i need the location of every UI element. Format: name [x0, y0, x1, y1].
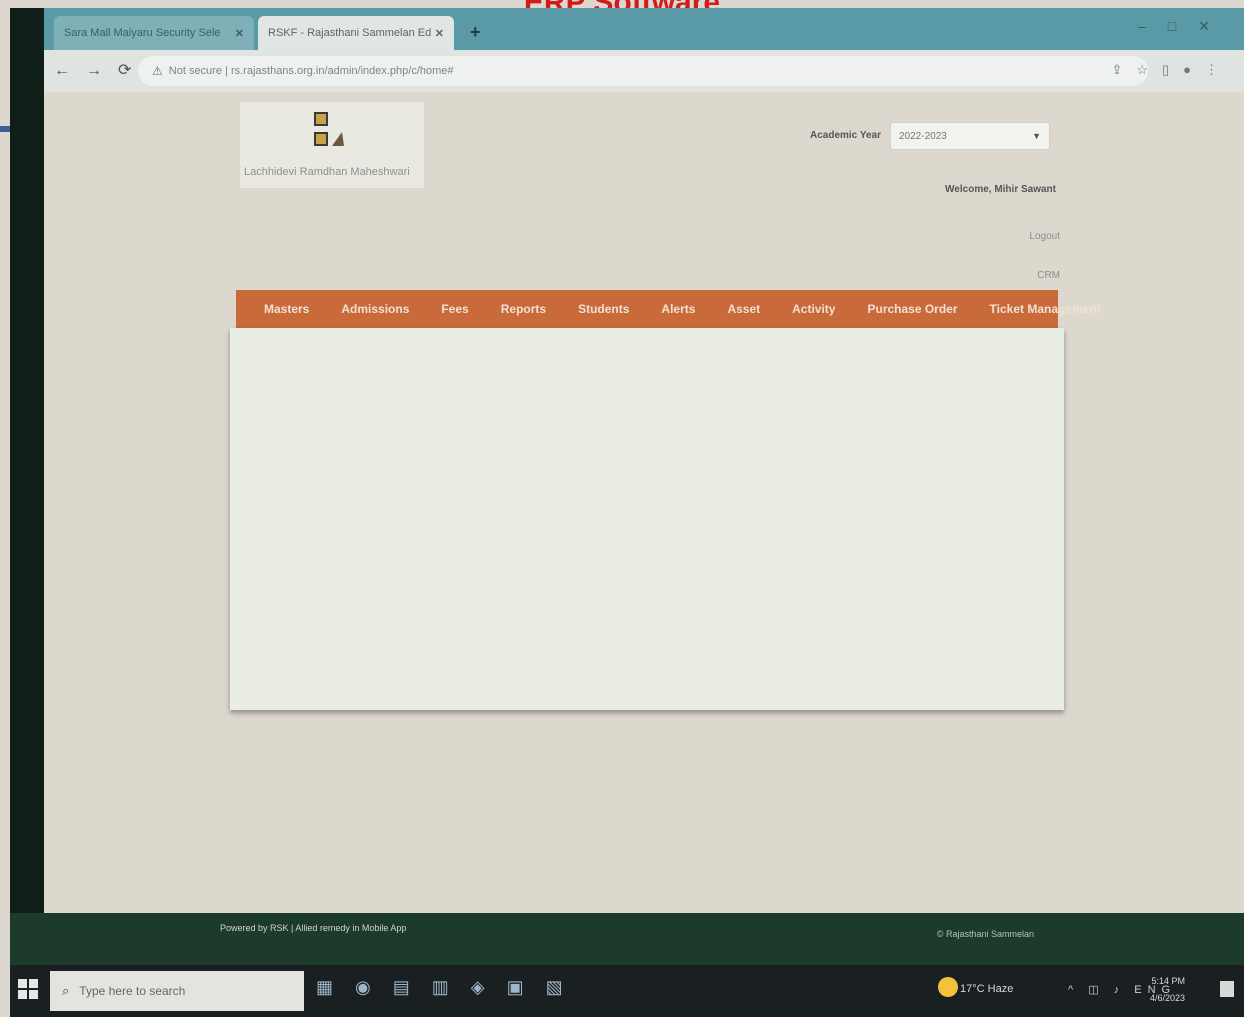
address-bar[interactable]: ⚠ Not secure | rs.rajasthans.org.in/admi… [138, 56, 1148, 86]
footer-powered-by: Powered by RSK | Allied remedy in Mobile… [220, 923, 407, 933]
page-footer: Powered by RSK | Allied remedy in Mobile… [10, 913, 1244, 965]
footer-copyright: © Rajasthani Sammelan [936, 929, 1034, 939]
logo[interactable]: Lachhidevi Ramdhan Maheshwari [240, 102, 424, 188]
logo-mark-icon [314, 112, 344, 146]
weather-text[interactable]: 17°C Haze [960, 983, 1013, 995]
window-controls[interactable]: –□✕ [1138, 18, 1232, 35]
content-panel [230, 328, 1064, 710]
crm-link[interactable]: CRM [1037, 270, 1060, 281]
browser-window: Sara Mall Maiyaru Security Sele ✕ RSKF -… [44, 8, 1244, 913]
menu-item-ticket-management[interactable]: Ticket Management [974, 302, 1117, 316]
chevron-down-icon: ▼ [1032, 131, 1041, 141]
menu-item-fees[interactable]: Fees [425, 302, 484, 316]
search-icon: ⌕ [62, 983, 70, 998]
welcome-text: Welcome, Mihir Sawant [945, 184, 1056, 195]
menu-item-asset[interactable]: Asset [711, 302, 776, 316]
toolbar-icons[interactable]: ⇪☆▯●⋮ [1111, 62, 1232, 78]
erp-page: Lachhidevi Ramdhan Maheshwari Academic Y… [44, 92, 1244, 913]
new-tab-button[interactable]: + [470, 22, 481, 43]
main-menu: Masters Admissions Fees Reports Students… [236, 290, 1101, 328]
tab-strip: Sara Mall Maiyaru Security Sele ✕ RSKF -… [44, 8, 1244, 50]
logo-text: Lachhidevi Ramdhan Maheshwari [244, 166, 410, 178]
warning-icon: ⚠ [152, 64, 163, 78]
clock-date: 4/6/2023 [1150, 993, 1186, 1003]
close-tab-icon[interactable]: ✕ [435, 27, 444, 40]
academic-year-label: Academic Year [810, 130, 881, 141]
menu-item-alerts[interactable]: Alerts [645, 302, 711, 316]
notification-icon[interactable] [1220, 981, 1234, 997]
security-label: Not secure [168, 65, 222, 77]
start-icon[interactable] [18, 979, 38, 999]
close-tab-icon[interactable]: ✕ [235, 27, 244, 40]
tray-icons: ^ ◫ ♪ [1068, 984, 1126, 996]
menu-item-reports[interactable]: Reports [485, 302, 562, 316]
browser-toolbar: ←→⟳ ⚠ Not secure | rs.rajasthans.org.in/… [44, 50, 1244, 92]
menu-item-students[interactable]: Students [562, 302, 645, 316]
tab-label: Sara Mall Maiyaru Security Sele [64, 27, 221, 39]
tab-label: RSKF - Rajasthani Sammelan Ed [268, 27, 432, 39]
weather-icon [938, 977, 958, 997]
search-placeholder: Type here to search [79, 984, 186, 998]
windows-taskbar: ⌕ Type here to search ▦◉▤▥◈▣▧ 17°C Haze … [10, 965, 1244, 1017]
tab-active[interactable]: RSKF - Rajasthani Sammelan Ed ✕ [258, 16, 454, 50]
academic-year-value: 2022-2023 [899, 130, 947, 142]
nav-buttons[interactable]: ←→⟳ [54, 60, 147, 80]
menu-item-masters[interactable]: Masters [248, 302, 325, 316]
monitor-screen: Sara Mall Maiyaru Security Sele ✕ RSKF -… [10, 8, 1244, 1017]
tab-inactive[interactable]: Sara Mall Maiyaru Security Sele ✕ [54, 16, 254, 50]
menu-item-admissions[interactable]: Admissions [325, 302, 425, 316]
menu-item-purchase-order[interactable]: Purchase Order [851, 302, 973, 316]
taskbar-apps[interactable]: ▦◉▤▥◈▣▧ [316, 977, 585, 998]
taskbar-search[interactable]: ⌕ Type here to search [50, 971, 304, 1011]
menu-item-activity[interactable]: Activity [776, 302, 851, 316]
academic-year-select[interactable]: 2022-2023 ▼ [890, 122, 1050, 150]
clock-time: 5:14 PM [1151, 976, 1186, 986]
taskbar-clock[interactable]: 5:14 PM 4/6/2023 [1150, 973, 1185, 1007]
logout-link[interactable]: Logout [1029, 231, 1060, 242]
url-text: rs.rajasthans.org.in/admin/index.php/c/h… [230, 65, 454, 77]
